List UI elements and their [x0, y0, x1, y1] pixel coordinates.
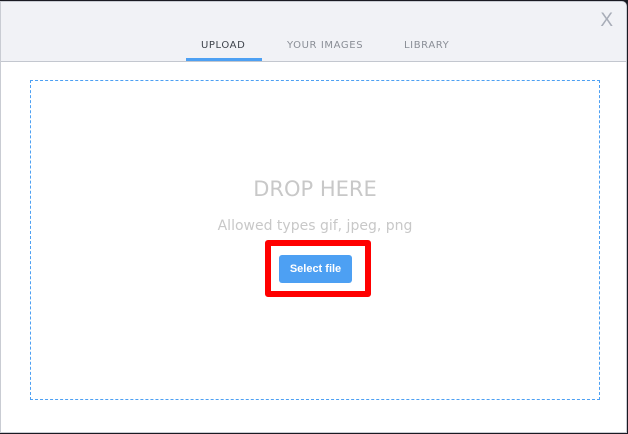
- drop-zone[interactable]: DROP HERE Allowed types gif, jpeg, png S…: [30, 80, 600, 400]
- select-file-button[interactable]: Select file: [279, 255, 352, 283]
- upload-dialog: X UPLOAD YOUR IMAGES LIBRARY DROP HERE A…: [0, 1, 627, 433]
- tab-your-images[interactable]: YOUR IMAGES: [287, 40, 363, 51]
- active-tab-indicator: [186, 58, 262, 61]
- allowed-types-text: Allowed types gif, jpeg, png: [217, 218, 413, 234]
- dialog-header: X UPLOAD YOUR IMAGES LIBRARY: [1, 2, 626, 62]
- drop-title: DROP HERE: [253, 177, 377, 201]
- tab-upload[interactable]: UPLOAD: [201, 40, 245, 51]
- close-button[interactable]: X: [600, 10, 613, 32]
- tab-library[interactable]: LIBRARY: [404, 40, 449, 51]
